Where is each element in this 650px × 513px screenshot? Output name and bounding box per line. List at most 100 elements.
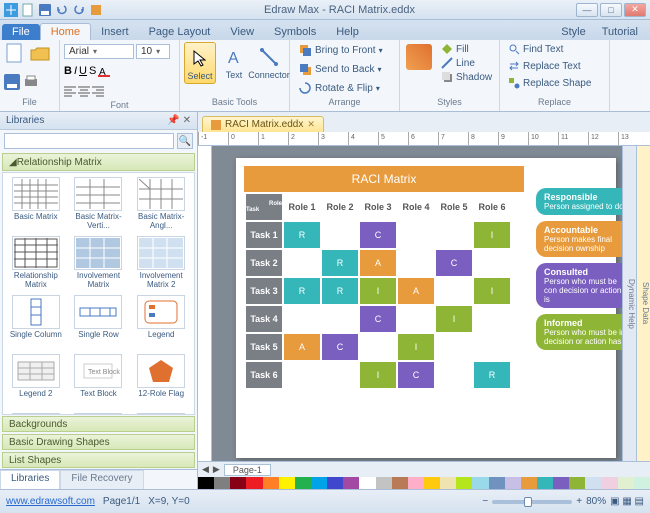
palette-swatch[interactable] bbox=[585, 477, 601, 489]
status-url[interactable]: www.edrawsoft.com bbox=[6, 496, 95, 507]
minimize-button[interactable]: — bbox=[576, 3, 598, 17]
align-left-icon[interactable] bbox=[64, 85, 76, 97]
library-item[interactable]: Single Column bbox=[5, 293, 67, 351]
rotate-flip[interactable]: Rotate & Flip▾ bbox=[294, 80, 384, 96]
palette-swatch[interactable] bbox=[489, 477, 505, 489]
library-category[interactable]: ◢ Relationship Matrix bbox=[2, 153, 195, 171]
cat-basicshapes[interactable]: Basic Drawing Shapes bbox=[2, 434, 195, 450]
align-right-icon[interactable] bbox=[92, 85, 104, 97]
replace-shape-btn[interactable]: Replace Shape bbox=[504, 76, 595, 90]
palette-swatch[interactable] bbox=[343, 477, 359, 489]
shadow-btn[interactable]: Shadow bbox=[437, 70, 496, 84]
palette-swatch[interactable] bbox=[634, 477, 650, 489]
palette-swatch[interactable] bbox=[214, 477, 230, 489]
text-tool[interactable]: A Text bbox=[219, 42, 249, 82]
library-item[interactable]: Legend 2 bbox=[5, 352, 67, 410]
redo-icon[interactable] bbox=[72, 3, 86, 17]
library-item[interactable]: Basic Matrix-Verti... bbox=[68, 175, 130, 233]
styles-gallery[interactable] bbox=[404, 42, 434, 72]
tutorial-link[interactable]: Tutorial bbox=[596, 24, 644, 40]
palette-swatch[interactable] bbox=[408, 477, 424, 489]
style-link[interactable]: Style bbox=[555, 24, 591, 40]
palette-swatch[interactable] bbox=[263, 477, 279, 489]
palette-swatch[interactable] bbox=[424, 477, 440, 489]
palette-swatch[interactable] bbox=[602, 477, 618, 489]
replace-btn[interactable]: Replace Text bbox=[504, 59, 585, 73]
cat-backgrounds[interactable]: Backgrounds bbox=[2, 416, 195, 432]
bold-icon[interactable]: B bbox=[64, 65, 72, 77]
save-icon[interactable] bbox=[4, 74, 20, 90]
library-item[interactable]: 12-Role Flag bbox=[130, 352, 192, 410]
scroll-left-icon[interactable]: ◀ bbox=[202, 464, 209, 475]
bring-front[interactable]: Bring to Front▾ bbox=[294, 42, 387, 58]
connector-tool[interactable]: Connector bbox=[252, 42, 286, 82]
library-item[interactable]: Text BlockText Block bbox=[68, 352, 130, 410]
foot-tab-libraries[interactable]: Libraries bbox=[0, 470, 60, 489]
library-item[interactable]: Involvement Matrix 2 bbox=[130, 234, 192, 292]
palette-swatch[interactable] bbox=[359, 477, 375, 489]
font-size-select[interactable]: 10 bbox=[136, 44, 170, 59]
palette-swatch[interactable] bbox=[198, 477, 214, 489]
side-tab-shapedata[interactable]: Shape Data bbox=[636, 146, 650, 461]
zoom-in-icon[interactable]: + bbox=[576, 496, 582, 507]
library-item[interactable]: Basic Matrix-Angl... bbox=[130, 175, 192, 233]
library-search-input[interactable] bbox=[4, 133, 174, 149]
tab-symbols[interactable]: Symbols bbox=[264, 24, 326, 40]
libraries-pin-icon[interactable]: 📌 ✕ bbox=[167, 115, 191, 126]
font-name-select[interactable]: Arial bbox=[64, 44, 134, 59]
close-button[interactable]: ✕ bbox=[624, 3, 646, 17]
new-doc-icon[interactable] bbox=[4, 42, 26, 64]
palette-swatch[interactable] bbox=[311, 477, 327, 489]
new-icon[interactable] bbox=[21, 3, 35, 17]
cat-listshapes[interactable]: List Shapes bbox=[2, 452, 195, 468]
raci-matrix[interactable]: RACI Matrix RoleTaskRole 1Role 2Role 3Ro… bbox=[244, 166, 524, 390]
palette-swatch[interactable] bbox=[392, 477, 408, 489]
canvas[interactable]: RACI Matrix RoleTaskRole 1Role 2Role 3Ro… bbox=[212, 146, 622, 461]
palette-swatch[interactable] bbox=[230, 477, 246, 489]
palette-swatch[interactable] bbox=[295, 477, 311, 489]
undo-icon[interactable] bbox=[55, 3, 69, 17]
font-color-icon[interactable]: A bbox=[98, 65, 110, 77]
palette-swatch[interactable] bbox=[569, 477, 585, 489]
align-center-icon[interactable] bbox=[78, 85, 90, 97]
palette-swatch[interactable] bbox=[505, 477, 521, 489]
library-item[interactable]: Involvement Matrix bbox=[68, 234, 130, 292]
file-tab[interactable]: File bbox=[2, 24, 40, 40]
palette-swatch[interactable] bbox=[246, 477, 262, 489]
search-icon[interactable]: 🔍 bbox=[177, 133, 193, 149]
palette-swatch[interactable] bbox=[472, 477, 488, 489]
palette-swatch[interactable] bbox=[521, 477, 537, 489]
palette-swatch[interactable] bbox=[456, 477, 472, 489]
line-btn[interactable]: Line bbox=[437, 56, 496, 70]
side-tab-help[interactable]: Dynamic Help bbox=[622, 146, 636, 461]
color-palette[interactable] bbox=[198, 477, 650, 489]
export-icon[interactable] bbox=[89, 3, 103, 17]
tab-view[interactable]: View bbox=[220, 24, 264, 40]
document-tab[interactable]: RACI Matrix.eddx ✕ bbox=[202, 116, 324, 132]
italic-icon[interactable]: I bbox=[74, 65, 77, 77]
send-back[interactable]: Send to Back▾ bbox=[294, 61, 386, 77]
library-item[interactable]: 10-Role Flag bbox=[5, 411, 67, 415]
tab-insert[interactable]: Insert bbox=[91, 24, 139, 40]
view-icons[interactable]: ▣ ▦ ▤ bbox=[610, 496, 644, 507]
palette-swatch[interactable] bbox=[553, 477, 569, 489]
palette-swatch[interactable] bbox=[376, 477, 392, 489]
print-icon[interactable] bbox=[23, 74, 39, 90]
strike-icon[interactable]: S bbox=[89, 65, 96, 77]
zoom-out-icon[interactable]: − bbox=[482, 496, 488, 507]
library-item[interactable]: Legend bbox=[130, 293, 192, 351]
scroll-right-icon[interactable]: ▶ bbox=[213, 464, 220, 475]
foot-tab-recovery[interactable]: File Recovery bbox=[60, 470, 143, 489]
tab-home[interactable]: Home bbox=[40, 23, 91, 40]
find-btn[interactable]: Find Text bbox=[504, 42, 567, 56]
library-item[interactable]: Relationship Matrix bbox=[5, 234, 67, 292]
palette-swatch[interactable] bbox=[279, 477, 295, 489]
tab-pagelayout[interactable]: Page Layout bbox=[139, 24, 221, 40]
save-icon[interactable] bbox=[38, 3, 52, 17]
tab-help[interactable]: Help bbox=[326, 24, 369, 40]
library-item[interactable]: Colorful Circle Flag bbox=[68, 411, 130, 415]
underline-icon[interactable]: U bbox=[79, 65, 87, 77]
page-tab[interactable]: Page-1 bbox=[224, 464, 271, 476]
zoom-slider[interactable] bbox=[492, 500, 572, 504]
open-icon[interactable] bbox=[29, 42, 51, 64]
